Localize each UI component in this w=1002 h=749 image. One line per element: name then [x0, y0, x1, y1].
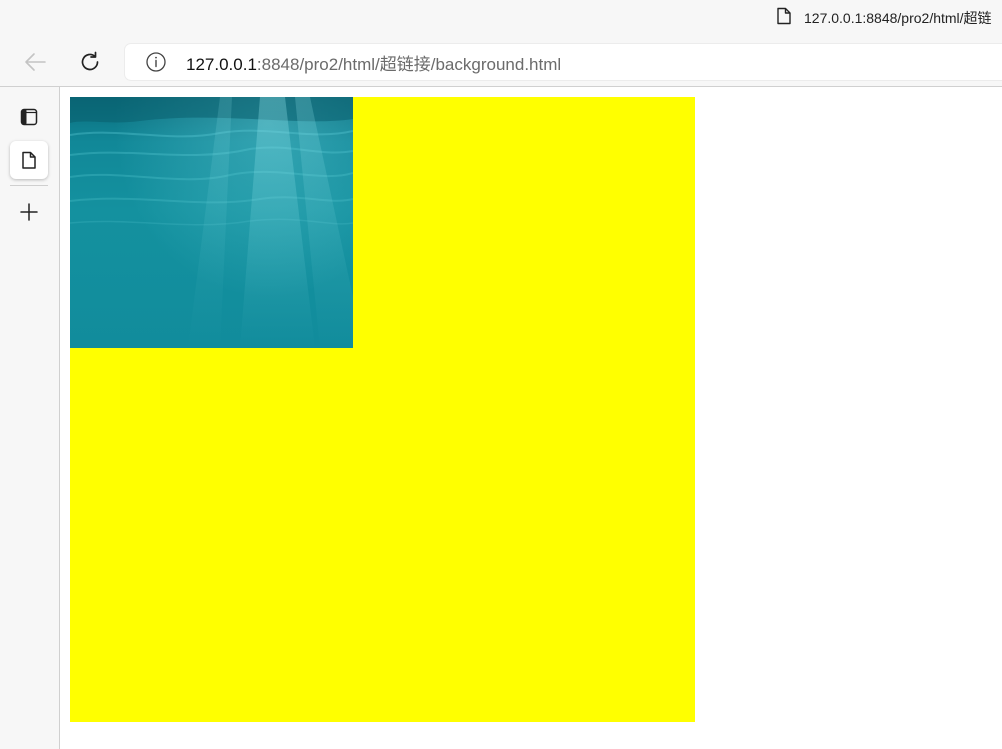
sidebar-divider: [10, 185, 48, 186]
page-icon: [22, 151, 36, 169]
new-tab-button[interactable]: [10, 193, 48, 231]
page-content: [60, 87, 1002, 749]
url-text[interactable]: 127.0.0.1:8848/pro2/html/超链接/background.…: [186, 50, 561, 75]
tab-panel-icon: [20, 108, 38, 126]
window-title-text: 127.0.0.1:8848/pro2/html/超链: [804, 10, 992, 26]
arrow-left-icon: [25, 53, 46, 71]
page-icon: [776, 7, 792, 30]
yellow-background-box: [70, 97, 695, 722]
vertical-tab-sidebar: [0, 87, 60, 749]
plus-icon: [20, 203, 38, 221]
title-bar: 127.0.0.1:8848/pro2/html/超链: [0, 0, 1002, 38]
reload-icon: [81, 51, 99, 71]
back-button[interactable]: [20, 48, 50, 76]
toolbar: 127.0.0.1:8848/pro2/html/超链接/background.…: [0, 38, 1002, 87]
info-icon[interactable]: [145, 51, 167, 73]
tab-actions-button[interactable]: [10, 98, 48, 136]
address-bar[interactable]: 127.0.0.1:8848/pro2/html/超链接/background.…: [125, 44, 1002, 80]
window-title: 127.0.0.1:8848/pro2/html/超链: [776, 6, 992, 30]
reload-button[interactable]: [75, 48, 105, 76]
url-host: 127.0.0.1: [186, 54, 257, 74]
underwater-background-image: [70, 97, 353, 348]
sidebar-tab-current-page[interactable]: [10, 141, 48, 179]
url-path: :8848/pro2/html/超链接/background.html: [256, 54, 562, 74]
browser-window: 127.0.0.1:8848/pro2/html/超链 127.0.0.1:88…: [0, 0, 1002, 749]
